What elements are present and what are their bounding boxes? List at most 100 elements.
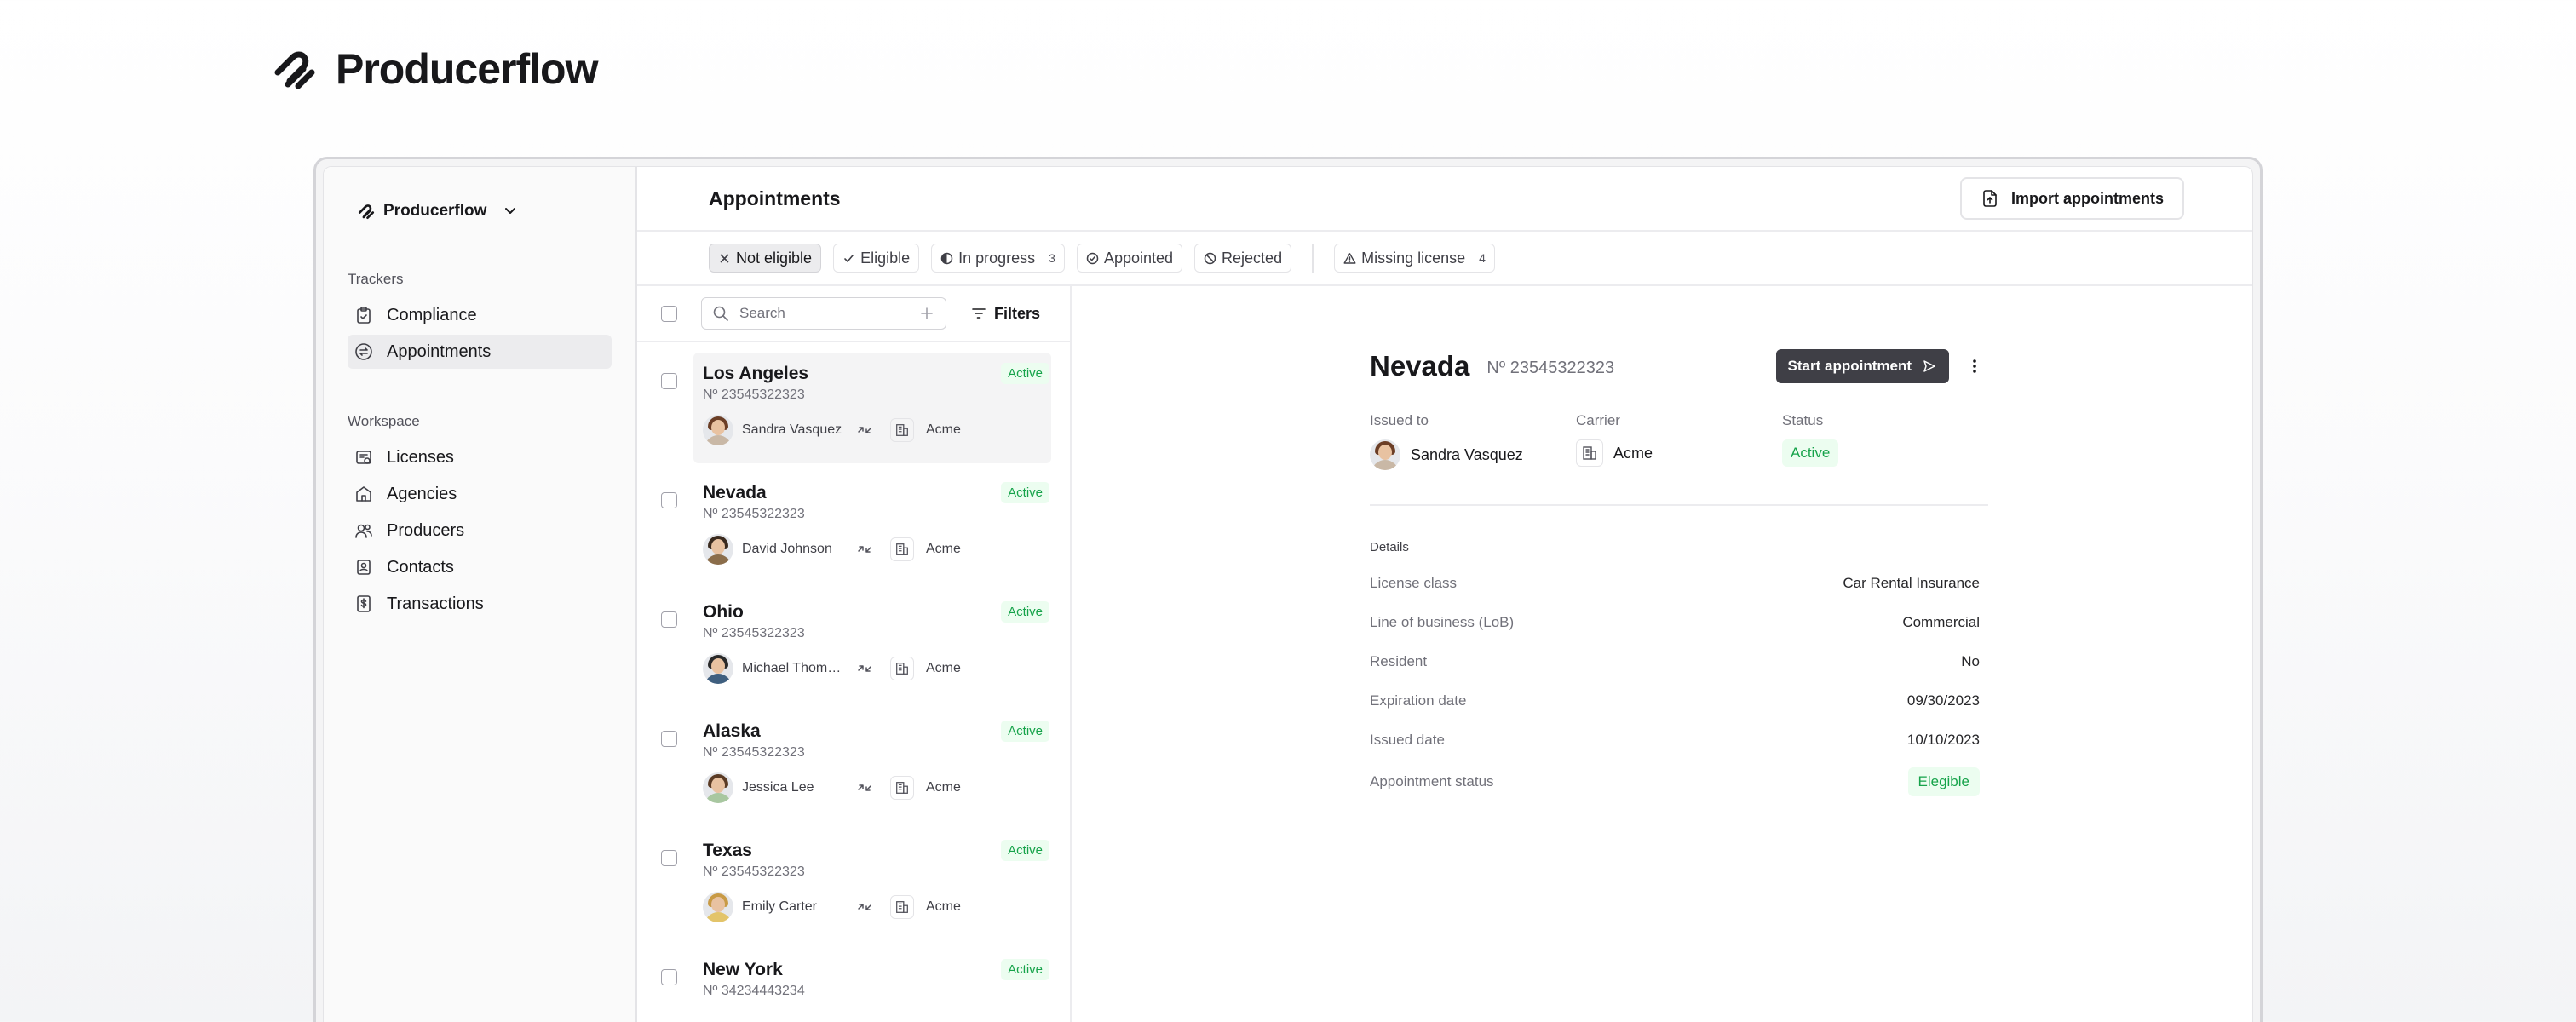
filter-chip-count: 4 xyxy=(1479,251,1486,265)
avatar-head xyxy=(711,778,725,793)
contacts-icon xyxy=(357,560,371,575)
carrier-value: Acme xyxy=(1576,439,1782,467)
sidebar-item-label: Licenses xyxy=(387,447,454,467)
search-field[interactable] xyxy=(701,297,946,330)
content: Filters Los Angeles Active Nº 2354532232… xyxy=(637,286,2252,1022)
row-number: Nº 34234443234 xyxy=(703,984,805,998)
row-title: Texas xyxy=(703,840,752,860)
field-value: No xyxy=(1961,653,1980,669)
building-icon xyxy=(890,776,914,800)
sidebar-item-compliance[interactable]: Compliance xyxy=(348,298,612,332)
sidebar-item-licenses[interactable]: Licenses xyxy=(348,440,612,474)
list-rows: Los Angeles Active Nº 23545322323 Sandra… xyxy=(637,342,1070,1022)
row-body: New York Active Nº 34234443234 xyxy=(703,950,1049,1022)
check-icon xyxy=(844,254,854,262)
row-body: Ohio Active Nº 23545322323 Michael Thomp… xyxy=(703,593,1049,700)
producerflow-logo-icon xyxy=(274,51,315,89)
arrows-swap-icon xyxy=(856,660,873,677)
status-badge: Active xyxy=(1001,721,1049,742)
filter-chip-not-eligible[interactable]: Not eligible xyxy=(709,244,822,273)
filter-chip-in-progress[interactable]: In progress 3 xyxy=(931,244,1065,273)
row-carrier: Acme xyxy=(926,661,961,675)
list-item[interactable]: Nevada Active Nº 23545322323 David Johns… xyxy=(637,462,1070,581)
row-meta: Sandra Vasquez Acme xyxy=(703,415,1049,445)
select-all-checkbox[interactable] xyxy=(661,305,677,322)
status-section: Status Active xyxy=(1782,412,1988,470)
row-checkbox[interactable] xyxy=(661,492,677,508)
appointments-list: Filters Los Angeles Active Nº 2354532232… xyxy=(637,286,1072,1022)
hero-brand: Producerflow xyxy=(273,44,598,94)
list-item[interactable]: Ohio Active Nº 23545322323 Michael Thomp… xyxy=(637,581,1070,700)
filter-chip-count: 3 xyxy=(1049,251,1055,265)
sidebar-item-agencies[interactable]: Agencies xyxy=(348,477,612,511)
row-meta: Emily Carter Acme xyxy=(703,892,1049,922)
row-checkbox[interactable] xyxy=(661,731,677,747)
half-circle-icon xyxy=(940,252,953,264)
dollar-doc-icon xyxy=(357,595,371,612)
filter-chip-eligible[interactable]: Eligible xyxy=(833,244,920,273)
avatar xyxy=(703,772,733,803)
x-icon xyxy=(720,254,729,262)
avatar-head xyxy=(711,897,725,912)
list-item[interactable]: Texas Active Nº 23545322323 Emily Carter… xyxy=(637,819,1070,939)
plus-icon[interactable] xyxy=(918,305,935,322)
details-fields: License class Car Rental Insurance Line o… xyxy=(1370,575,1988,749)
row-checkbox[interactable] xyxy=(661,611,677,628)
list-toolbar: Filters xyxy=(637,286,1070,342)
appointment-status-badge: Elegible xyxy=(1907,767,1980,796)
list-item[interactable]: Alaska Active Nº 23545322323 Jessica Lee… xyxy=(637,700,1070,819)
more-options-button[interactable] xyxy=(1961,349,1988,383)
avatar-shirt xyxy=(704,793,732,803)
row-head: Los Angeles Active xyxy=(703,363,1049,384)
start-appointment-label: Start appointment xyxy=(1787,358,1912,374)
field-key: Resident xyxy=(1370,653,1428,669)
row-checkbox[interactable] xyxy=(661,969,677,985)
filter-chip-rejected[interactable]: Rejected xyxy=(1194,244,1292,273)
row-person: Sandra Vasquez xyxy=(742,422,842,437)
filter-divider xyxy=(1312,244,1314,273)
search-input[interactable] xyxy=(739,305,908,322)
sidebar-item-producers[interactable]: Producers xyxy=(348,514,612,548)
start-appointment-button[interactable]: Start appointment xyxy=(1775,349,1949,383)
status-badge: Active xyxy=(1001,959,1049,980)
detail-field-row: Issued date 10/10/2023 xyxy=(1370,732,1988,749)
filters-button[interactable]: Filters xyxy=(970,305,1040,323)
import-appointments-button[interactable]: Import appointments xyxy=(1960,177,2184,220)
detail-field-row: Resident No xyxy=(1370,653,1988,670)
avatar-shirt xyxy=(704,554,732,565)
workspace-label: Workspace xyxy=(348,413,420,429)
sidebar: Producerflow Trackers Compliance Appoint… xyxy=(324,167,637,1022)
avatar-head xyxy=(711,539,725,554)
avatar-shirt xyxy=(704,435,732,445)
field-key: Expiration date xyxy=(1370,692,1467,709)
detail-header: Nevada Nº 23545322323 Start appointment xyxy=(1370,349,1988,383)
row-person: Emily Carter xyxy=(742,899,818,914)
workspace-switcher[interactable]: Producerflow xyxy=(348,194,612,228)
row-checkbox[interactable] xyxy=(661,373,677,389)
carrier-name: Acme xyxy=(1613,444,1653,462)
sidebar-item-transactions[interactable]: Transactions xyxy=(348,587,612,621)
filter-chip-missing-license[interactable]: Missing license 4 xyxy=(1334,244,1495,273)
list-item[interactable]: New York Active Nº 34234443234 xyxy=(637,939,1070,1022)
trackers-label: Trackers xyxy=(348,271,404,287)
detail-meta: Issued to Sandra Vasquez Carrier Acme St… xyxy=(1370,412,1988,470)
filter-chip-appointed[interactable]: Appointed xyxy=(1076,244,1183,273)
row-checkbox[interactable] xyxy=(661,850,677,866)
list-item[interactable]: Los Angeles Active Nº 23545322323 Sandra… xyxy=(637,342,1070,463)
sidebar-item-appointments[interactable]: Appointments xyxy=(348,335,612,369)
row-body: Los Angeles Active Nº 23545322323 Sandra… xyxy=(703,354,1049,462)
sidebar-item-contacts[interactable]: Contacts xyxy=(348,550,612,584)
filter-chip-label: In progress xyxy=(958,249,1036,267)
detail-title: Nevada xyxy=(1370,350,1470,382)
clipboard-check-icon xyxy=(357,307,371,324)
appointment-detail: Nevada Nº 23545322323 Start appointment xyxy=(1370,349,1988,796)
producerflow-logo-icon xyxy=(358,204,375,220)
sidebar-item-label: Producers xyxy=(387,520,465,540)
import-appointments-label: Import appointments xyxy=(2011,189,2164,207)
sidebar-item-label: Agencies xyxy=(387,484,457,503)
arrows-swap-icon xyxy=(856,779,873,796)
row-body: Nevada Active Nº 23545322323 David Johns… xyxy=(703,474,1049,581)
row-title: Alaska xyxy=(703,721,761,741)
detail-number: Nº 23545322323 xyxy=(1486,358,1615,377)
send-icon xyxy=(1923,360,1935,372)
